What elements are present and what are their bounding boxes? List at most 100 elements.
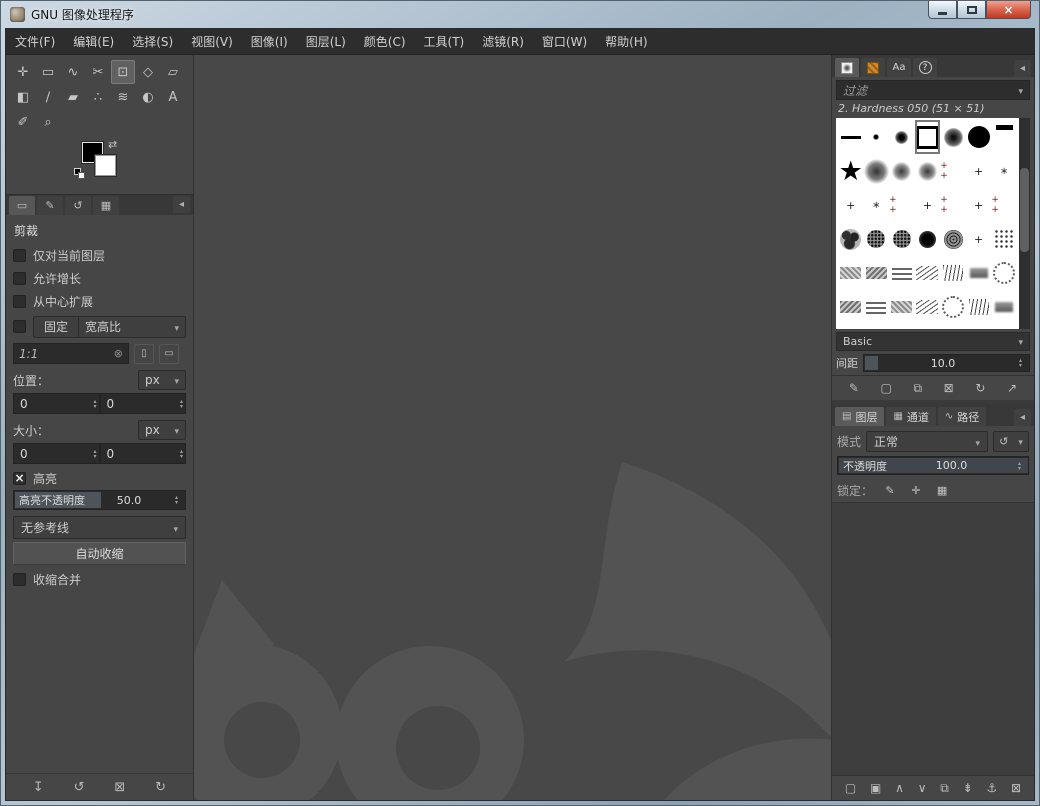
aspect-ratio-input[interactable]: 1:1 ⊗ bbox=[13, 343, 129, 364]
size-width-input[interactable]: 0 bbox=[13, 443, 100, 464]
minimize-button[interactable] bbox=[928, 1, 957, 19]
background-color-swatch[interactable] bbox=[95, 155, 116, 176]
landscape-orientation-button[interactable]: ▭ bbox=[159, 343, 179, 364]
merge-down-icon[interactable]: ⇟ bbox=[963, 781, 973, 795]
tab-brushes[interactable] bbox=[835, 58, 859, 77]
checkbox[interactable] bbox=[13, 249, 26, 262]
brush-item[interactable] bbox=[864, 222, 890, 256]
tab-undo-history[interactable]: ↺ bbox=[65, 196, 91, 215]
open-brush-as-image-icon[interactable]: ↗ bbox=[1007, 381, 1017, 395]
brush-item[interactable] bbox=[838, 290, 864, 324]
menu-item[interactable]: 视图(V) bbox=[182, 29, 242, 54]
lock-alpha-icon[interactable]: ▦ bbox=[933, 481, 951, 499]
duplicate-layer-icon[interactable]: ⧉ bbox=[940, 781, 949, 796]
tab-paths[interactable]: ∿ 路径 bbox=[937, 407, 987, 426]
free-select-tool-icon[interactable]: ∿ bbox=[61, 60, 85, 84]
restore-tool-preset-icon[interactable]: ↺ bbox=[74, 780, 85, 795]
brush-item[interactable] bbox=[915, 222, 941, 256]
tab-images[interactable]: ▦ bbox=[93, 196, 119, 215]
brush-item[interactable] bbox=[864, 154, 890, 188]
delete-layer-icon[interactable]: ⊠ bbox=[1011, 781, 1021, 795]
delete-tool-preset-icon[interactable]: ⊠ bbox=[114, 780, 125, 795]
guides-select[interactable]: 无参考线 bbox=[13, 516, 186, 539]
anchor-layer-icon[interactable]: ⚓ bbox=[987, 781, 998, 795]
titlebar[interactable]: GNU 图像处理程序 × bbox=[1, 1, 1039, 28]
size-unit-select[interactable]: px bbox=[138, 420, 186, 440]
spinner-arrows[interactable] bbox=[91, 399, 98, 409]
option-checkbox-row[interactable]: 允许增长 bbox=[13, 267, 186, 290]
brush-item[interactable] bbox=[991, 120, 1017, 154]
brush-item[interactable] bbox=[966, 290, 992, 324]
tab-document-history[interactable]: ? bbox=[913, 58, 937, 77]
highlight-row[interactable]: 高亮 bbox=[13, 467, 186, 490]
menu-item[interactable]: 工具(T) bbox=[415, 29, 474, 54]
zoom-tool-icon[interactable]: ⌕ bbox=[36, 110, 60, 134]
lower-layer-icon[interactable]: ∨ bbox=[918, 781, 927, 795]
brush-item[interactable] bbox=[838, 222, 864, 256]
tab-patterns[interactable] bbox=[861, 58, 885, 77]
brush-item[interactable] bbox=[864, 188, 890, 222]
collapse-layers-dock-button[interactable]: ◂ bbox=[1014, 409, 1031, 426]
lock-position-icon[interactable]: ✛ bbox=[907, 481, 925, 499]
new-layer-group-icon[interactable]: ▣ bbox=[870, 781, 881, 795]
bucket-fill-tool-icon[interactable]: ◧ bbox=[11, 85, 35, 109]
spinner-arrows[interactable] bbox=[91, 449, 98, 459]
brush-tag-select[interactable]: Basic bbox=[836, 332, 1030, 351]
highlight-checkbox[interactable] bbox=[13, 472, 26, 485]
collapse-left-dock-button[interactable]: ◂ bbox=[173, 196, 190, 213]
spinner-arrows[interactable] bbox=[1017, 358, 1024, 368]
scissors-select-tool-icon[interactable]: ✂ bbox=[86, 60, 110, 84]
brush-item[interactable] bbox=[966, 120, 992, 154]
brush-item[interactable] bbox=[940, 120, 966, 154]
brush-item[interactable] bbox=[966, 154, 992, 188]
auto-shrink-button[interactable]: 自动收缩 bbox=[13, 542, 186, 565]
brush-item[interactable] bbox=[940, 222, 966, 256]
brush-item[interactable] bbox=[838, 154, 864, 188]
new-brush-icon[interactable]: ▢ bbox=[881, 381, 892, 395]
brush-item[interactable] bbox=[889, 120, 915, 154]
shrink-merged-row[interactable]: 收缩合并 bbox=[13, 568, 186, 591]
swap-colors-icon[interactable]: ⇄ bbox=[108, 138, 117, 151]
spinner-arrows[interactable] bbox=[1016, 461, 1023, 471]
brush-item[interactable] bbox=[889, 290, 915, 324]
clear-icon[interactable]: ⊗ bbox=[114, 347, 123, 360]
brush-item[interactable] bbox=[966, 222, 992, 256]
spinner-arrows[interactable] bbox=[178, 399, 185, 409]
tab-layers[interactable]: ▤ 图层 bbox=[835, 407, 885, 426]
portrait-orientation-button[interactable]: ▯ bbox=[134, 343, 154, 364]
layers-list[interactable] bbox=[832, 502, 1034, 775]
save-tool-preset-icon[interactable]: ↧ bbox=[33, 780, 44, 795]
brush-item[interactable] bbox=[940, 290, 966, 324]
move-tool-icon[interactable]: ✛ bbox=[11, 60, 35, 84]
paintbrush-tool-icon[interactable]: ∕ bbox=[36, 85, 60, 109]
layer-mode-select[interactable]: 正常 bbox=[866, 431, 988, 452]
text-tool-icon[interactable]: A bbox=[161, 85, 185, 109]
brush-item[interactable] bbox=[838, 120, 864, 154]
lock-pixels-icon[interactable]: ✎ bbox=[881, 481, 899, 499]
dodge-burn-tool-icon[interactable]: ◐ bbox=[136, 85, 160, 109]
smudge-tool-icon[interactable]: ≋ bbox=[111, 85, 135, 109]
mode-group-switch[interactable]: ↺ bbox=[993, 431, 1029, 452]
menu-item[interactable]: 图像(I) bbox=[242, 29, 297, 54]
brush-item[interactable] bbox=[991, 290, 1017, 324]
checkbox[interactable] bbox=[13, 272, 26, 285]
shrink-merged-checkbox[interactable] bbox=[13, 573, 26, 586]
color-picker-tool-icon[interactable]: ✐ bbox=[11, 110, 35, 134]
spacing-slider[interactable]: 10.0 bbox=[863, 354, 1030, 372]
brush-item[interactable] bbox=[914, 120, 941, 154]
new-layer-icon[interactable]: ▢ bbox=[845, 781, 856, 795]
crop-tool-icon[interactable]: ⊡ bbox=[111, 60, 135, 84]
rect-select-tool-icon[interactable]: ▭ bbox=[36, 60, 60, 84]
refresh-brushes-icon[interactable]: ↻ bbox=[975, 381, 985, 395]
menu-item[interactable]: 图层(L) bbox=[297, 29, 355, 54]
menu-item[interactable]: 文件(F) bbox=[6, 29, 64, 54]
brush-item[interactable] bbox=[966, 188, 992, 222]
maximize-button[interactable] bbox=[957, 1, 986, 19]
brush-item[interactable] bbox=[889, 256, 915, 290]
fixed-mode-select[interactable]: 固定 宽高比 bbox=[33, 315, 186, 338]
checkbox[interactable] bbox=[13, 295, 26, 308]
brush-item[interactable] bbox=[940, 154, 966, 188]
menu-item[interactable]: 滤镜(R) bbox=[473, 29, 533, 54]
brush-item[interactable] bbox=[889, 188, 915, 222]
option-checkbox-row[interactable]: 仅对当前图层 bbox=[13, 244, 186, 267]
